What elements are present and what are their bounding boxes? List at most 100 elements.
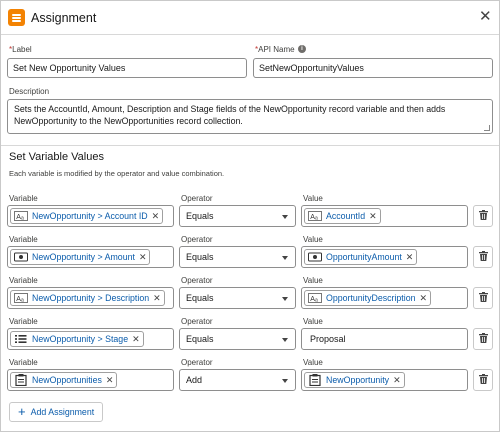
trash-icon: [478, 250, 488, 264]
variable-field[interactable]: NewOpportunity > Stage ✕: [7, 328, 174, 350]
svg-text:a: a: [21, 216, 24, 222]
operator-select[interactable]: Equals: [179, 328, 296, 350]
remove-pill-icon[interactable]: ✕: [419, 293, 427, 304]
variable-column-label: Variable: [9, 358, 38, 367]
variable-pill[interactable]: Aa NewOpportunity > Account ID ✕: [10, 208, 164, 224]
value-pill[interactable]: NewOpportunity ✕: [304, 372, 405, 388]
value-field[interactable]: NewOpportunity ✕: [301, 369, 468, 391]
variable-field[interactable]: NewOpportunity > Amount ✕: [7, 246, 174, 268]
delete-row-button[interactable]: [473, 369, 493, 391]
remove-pill-icon[interactable]: ✕: [406, 252, 414, 263]
variable-pill[interactable]: NewOpportunity > Amount ✕: [10, 249, 151, 265]
variable-pill[interactable]: Aa NewOpportunity > Description ✕: [10, 290, 165, 306]
dialog-header: Assignment ✕: [1, 1, 499, 35]
operator-value: Add: [186, 375, 203, 385]
value-text: Proposal: [310, 334, 346, 344]
value-field[interactable]: Proposal: [301, 328, 468, 350]
operator-column-label: Operator: [181, 194, 213, 203]
value-pill[interactable]: OpportunityAmount ✕: [304, 249, 418, 265]
operator-select[interactable]: Add: [179, 369, 296, 391]
info-icon[interactable]: i: [298, 45, 306, 53]
operator-value: Equals: [186, 293, 214, 303]
close-icon[interactable]: ✕: [479, 9, 492, 25]
section-help-text: Each variable is modified by the operato…: [9, 169, 225, 178]
variable-pill-text: NewOpportunity > Stage: [32, 334, 129, 344]
variable-column-label: Variable: [9, 317, 38, 326]
operator-value: Equals: [186, 252, 214, 262]
assignment-dialog: Assignment ✕ *Label Set New Opportunity …: [0, 0, 500, 432]
description-label: Description: [9, 87, 50, 96]
resize-handle[interactable]: [484, 125, 490, 131]
chevron-down-icon: [282, 256, 288, 260]
text-icon: Aa: [13, 210, 29, 222]
label-input[interactable]: Set New Opportunity Values: [7, 58, 247, 78]
value-field[interactable]: Aa OpportunityDescription ✕: [301, 287, 468, 309]
delete-row-button[interactable]: [473, 287, 493, 309]
label-field-label: *Label: [9, 45, 32, 54]
picklist-icon: [13, 333, 29, 345]
variable-field[interactable]: NewOpportunities ✕: [7, 369, 174, 391]
variable-pill-text: NewOpportunity > Account ID: [32, 211, 148, 221]
operator-select[interactable]: Equals: [179, 205, 296, 227]
text-icon: Aa: [13, 292, 29, 304]
variable-column-label: Variable: [9, 276, 38, 285]
remove-pill-icon[interactable]: ✕: [106, 375, 114, 386]
value-column-label: Value: [303, 194, 323, 203]
svg-text:a: a: [21, 298, 24, 304]
variable-column-label: Variable: [9, 235, 38, 244]
operator-value: Equals: [186, 334, 214, 344]
chevron-down-icon: [282, 338, 288, 342]
record-icon: [307, 374, 323, 386]
trash-icon: [478, 373, 488, 387]
variable-pill[interactable]: NewOpportunity > Stage ✕: [10, 331, 144, 347]
value-column-label: Value: [303, 317, 323, 326]
plus-icon: +: [18, 404, 26, 419]
value-field[interactable]: Aa AccountId ✕: [301, 205, 468, 227]
value-column-label: Value: [303, 276, 323, 285]
operator-column-label: Operator: [181, 358, 213, 367]
remove-pill-icon[interactable]: ✕: [393, 375, 401, 386]
operator-column-label: Operator: [181, 276, 213, 285]
variable-column-label: Variable: [9, 194, 38, 203]
value-pill[interactable]: Aa OpportunityDescription ✕: [304, 290, 432, 306]
variable-field[interactable]: Aa NewOpportunity > Description ✕: [7, 287, 174, 309]
variable-pill[interactable]: NewOpportunities ✕: [10, 372, 118, 388]
trash-icon: [478, 209, 488, 223]
currency-icon: [13, 251, 29, 263]
operator-column-label: Operator: [181, 235, 213, 244]
operator-value: Equals: [186, 211, 214, 221]
value-pill-text: OpportunityAmount: [326, 252, 402, 262]
delete-row-button[interactable]: [473, 328, 493, 350]
trash-icon: [478, 291, 488, 305]
value-pill-text: OpportunityDescription: [326, 293, 416, 303]
value-pill[interactable]: Aa AccountId ✕: [304, 208, 381, 224]
svg-text:a: a: [315, 298, 318, 304]
add-assignment-button[interactable]: + Add Assignment: [9, 402, 103, 422]
section-title: Set Variable Values: [9, 151, 104, 163]
remove-pill-icon[interactable]: ✕: [152, 211, 160, 222]
remove-pill-icon[interactable]: ✕: [153, 293, 161, 304]
value-column-label: Value: [303, 358, 323, 367]
operator-select[interactable]: Equals: [179, 287, 296, 309]
section-divider: [1, 145, 499, 146]
chevron-down-icon: [282, 297, 288, 301]
description-text: Sets the AccountId, Amount, Description …: [14, 104, 446, 126]
value-column-label: Value: [303, 235, 323, 244]
variable-field[interactable]: Aa NewOpportunity > Account ID ✕: [7, 205, 174, 227]
currency-icon: [307, 251, 323, 263]
delete-row-button[interactable]: [473, 246, 493, 268]
api-name-input[interactable]: SetNewOpportunityValues: [253, 58, 493, 78]
operator-select[interactable]: Equals: [179, 246, 296, 268]
dialog-title: Assignment: [31, 11, 97, 25]
variable-pill-text: NewOpportunities: [32, 375, 102, 385]
value-field[interactable]: OpportunityAmount ✕: [301, 246, 468, 268]
chevron-down-icon: [282, 379, 288, 383]
delete-row-button[interactable]: [473, 205, 493, 227]
description-textarea[interactable]: Sets the AccountId, Amount, Description …: [7, 99, 493, 134]
operator-column-label: Operator: [181, 317, 213, 326]
remove-pill-icon[interactable]: ✕: [132, 334, 140, 345]
remove-pill-icon[interactable]: ✕: [369, 211, 377, 222]
value-pill-text: AccountId: [326, 211, 366, 221]
remove-pill-icon[interactable]: ✕: [139, 252, 147, 263]
variable-pill-text: NewOpportunity > Amount: [32, 252, 135, 262]
